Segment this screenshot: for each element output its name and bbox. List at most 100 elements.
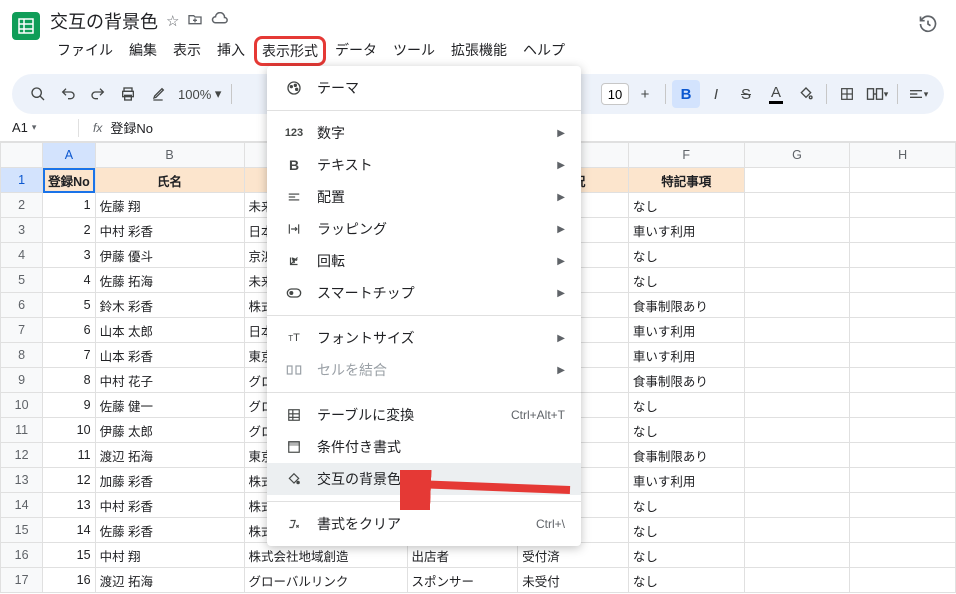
- cell[interactable]: なし: [628, 568, 744, 593]
- row-header[interactable]: 16: [1, 543, 43, 568]
- menu-help[interactable]: ヘルプ: [516, 36, 572, 66]
- menu-data[interactable]: データ: [328, 36, 384, 66]
- cell[interactable]: 伊藤 太郎: [95, 418, 244, 443]
- menu-edit[interactable]: 編集: [122, 36, 164, 66]
- cell[interactable]: 12: [43, 468, 95, 493]
- dd-clear[interactable]: 書式をクリア Ctrl+\: [267, 508, 581, 540]
- cell[interactable]: [850, 293, 956, 318]
- row-header[interactable]: 9: [1, 368, 43, 393]
- cell[interactable]: [744, 243, 850, 268]
- menu-file[interactable]: ファイル: [50, 36, 120, 66]
- search-icon[interactable]: [24, 80, 52, 108]
- col-header-B[interactable]: B: [95, 143, 244, 168]
- menu-extensions[interactable]: 拡張機能: [444, 36, 514, 66]
- cell[interactable]: 鈴木 彩香: [95, 293, 244, 318]
- row-header[interactable]: 17: [1, 568, 43, 593]
- cell[interactable]: [744, 268, 850, 293]
- cell[interactable]: 氏名: [95, 168, 244, 193]
- col-header-G[interactable]: G: [744, 143, 850, 168]
- cell[interactable]: 14: [43, 518, 95, 543]
- dd-conditional[interactable]: 条件付き書式: [267, 431, 581, 463]
- cell[interactable]: 中村 翔: [95, 543, 244, 568]
- cell[interactable]: 未受付: [518, 568, 629, 593]
- corner-cell[interactable]: [1, 143, 43, 168]
- cell[interactable]: [744, 368, 850, 393]
- cell[interactable]: 受付済: [518, 543, 629, 568]
- cell[interactable]: 9: [43, 393, 95, 418]
- zoom-select[interactable]: 100% ▾: [174, 86, 225, 102]
- cell[interactable]: [744, 443, 850, 468]
- cell[interactable]: 登録No: [43, 168, 95, 193]
- cell[interactable]: 渡辺 拓海: [95, 443, 244, 468]
- cell[interactable]: [744, 218, 850, 243]
- cell[interactable]: [850, 318, 956, 343]
- dd-text[interactable]: B テキスト ▶: [267, 149, 581, 181]
- cell[interactable]: 加藤 彩香: [95, 468, 244, 493]
- cell[interactable]: [744, 168, 850, 193]
- cell[interactable]: [850, 568, 956, 593]
- cell[interactable]: 8: [43, 368, 95, 393]
- cell[interactable]: [744, 343, 850, 368]
- cell[interactable]: なし: [628, 243, 744, 268]
- cell[interactable]: 車いす利用: [628, 218, 744, 243]
- row-header[interactable]: 13: [1, 468, 43, 493]
- cell[interactable]: なし: [628, 543, 744, 568]
- row-header[interactable]: 2: [1, 193, 43, 218]
- dd-rotate[interactable]: A 回転 ▶: [267, 245, 581, 277]
- menu-insert[interactable]: 挿入: [210, 36, 252, 66]
- cell[interactable]: 車いす利用: [628, 318, 744, 343]
- cell[interactable]: [850, 218, 956, 243]
- cell[interactable]: 伊藤 優斗: [95, 243, 244, 268]
- cell[interactable]: 佐藤 翔: [95, 193, 244, 218]
- font-size-input[interactable]: [601, 83, 629, 105]
- cell[interactable]: 11: [43, 443, 95, 468]
- cell[interactable]: [850, 493, 956, 518]
- menu-view[interactable]: 表示: [166, 36, 208, 66]
- cell[interactable]: 車いす利用: [628, 468, 744, 493]
- redo-icon[interactable]: [84, 80, 112, 108]
- cell[interactable]: [850, 393, 956, 418]
- cell[interactable]: 5: [43, 293, 95, 318]
- text-color-button[interactable]: A: [762, 80, 790, 108]
- cell[interactable]: 15: [43, 543, 95, 568]
- cell[interactable]: 佐藤 彩香: [95, 518, 244, 543]
- col-header-F[interactable]: F: [628, 143, 744, 168]
- cell[interactable]: 山本 彩香: [95, 343, 244, 368]
- dd-table[interactable]: テーブルに変換 Ctrl+Alt+T: [267, 399, 581, 431]
- cell[interactable]: 10: [43, 418, 95, 443]
- row-header[interactable]: 7: [1, 318, 43, 343]
- bold-button[interactable]: B: [672, 80, 700, 108]
- menu-tools[interactable]: ツール: [386, 36, 442, 66]
- row-header[interactable]: 14: [1, 493, 43, 518]
- cell[interactable]: スポンサー: [407, 568, 518, 593]
- strikethrough-button[interactable]: S: [732, 80, 760, 108]
- cell[interactable]: [744, 518, 850, 543]
- dd-smartchip[interactable]: スマートチップ ▶: [267, 277, 581, 309]
- cell[interactable]: 中村 花子: [95, 368, 244, 393]
- fill-color-button[interactable]: [792, 80, 820, 108]
- dd-number[interactable]: 123 数字 ▶: [267, 117, 581, 149]
- cell[interactable]: [744, 468, 850, 493]
- cell[interactable]: [850, 418, 956, 443]
- cell[interactable]: 16: [43, 568, 95, 593]
- cell[interactable]: [744, 543, 850, 568]
- cell[interactable]: 株式会社地域創造: [244, 543, 407, 568]
- name-box[interactable]: A1 ▾: [12, 120, 72, 135]
- cell[interactable]: 1: [43, 193, 95, 218]
- cell[interactable]: [850, 368, 956, 393]
- cell[interactable]: [850, 543, 956, 568]
- cell[interactable]: なし: [628, 393, 744, 418]
- cell[interactable]: 食事制限あり: [628, 443, 744, 468]
- font-size-plus-icon[interactable]: +: [631, 80, 659, 108]
- cell[interactable]: [744, 193, 850, 218]
- cell[interactable]: [850, 268, 956, 293]
- cell[interactable]: 山本 太郎: [95, 318, 244, 343]
- paint-format-icon[interactable]: [144, 80, 172, 108]
- merge-button[interactable]: ▾: [863, 80, 891, 108]
- cell[interactable]: [850, 518, 956, 543]
- cell[interactable]: 中村 彩香: [95, 218, 244, 243]
- move-icon[interactable]: [187, 11, 203, 31]
- star-icon[interactable]: ☆: [166, 12, 179, 30]
- cell[interactable]: 食事制限あり: [628, 293, 744, 318]
- cell[interactable]: なし: [628, 518, 744, 543]
